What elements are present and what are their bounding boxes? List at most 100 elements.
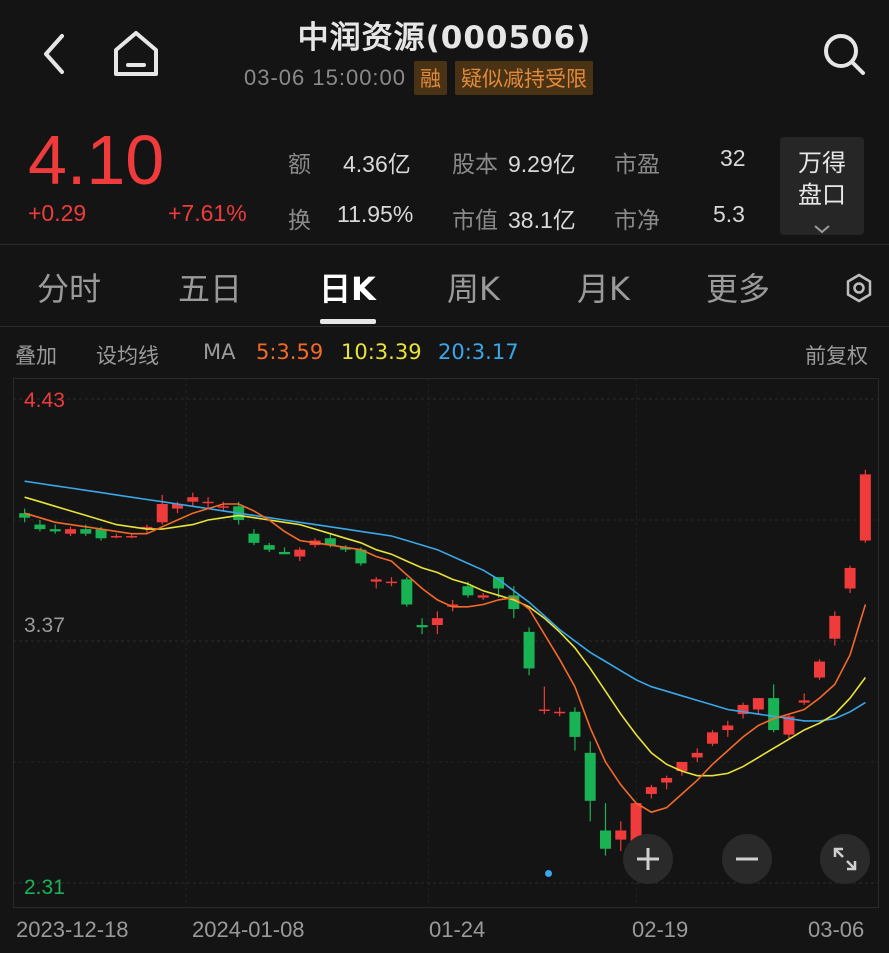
wind-orderbook-button[interactable]: 万得 盘口 <box>780 137 864 235</box>
candle-body <box>217 506 229 508</box>
candle-body <box>722 725 734 731</box>
amount-value: 4.36亿 <box>343 151 411 177</box>
candle-body <box>538 709 550 711</box>
x-axis-label: 01-24 <box>429 917 486 942</box>
mktcap-value: 38.1亿 <box>508 207 576 233</box>
divider <box>0 326 889 327</box>
candle-body <box>645 787 657 794</box>
candle-body <box>798 700 810 703</box>
candle-body <box>156 504 168 523</box>
candle <box>722 720 734 737</box>
candle-body <box>813 661 826 678</box>
x-axis-label: 2023-12-18 <box>16 917 129 942</box>
ma5-line <box>24 503 867 814</box>
adjust-mode-button[interactable]: 前复权 <box>805 340 868 370</box>
candle <box>263 542 275 552</box>
warning-tag[interactable]: 疑似减持受限 <box>455 61 594 95</box>
candle <box>370 577 382 589</box>
ma20-value: 20:3.17 <box>438 340 519 364</box>
candle-body <box>263 545 275 550</box>
candle-body <box>202 501 214 504</box>
candle-body <box>95 529 107 539</box>
candle-body <box>385 581 398 584</box>
last-price: 4.10 <box>28 121 165 199</box>
tab-weekly-k[interactable]: 周K <box>447 264 500 310</box>
candle <box>813 659 826 680</box>
candle <box>294 547 306 562</box>
candle <box>615 821 627 852</box>
candle <box>569 707 581 751</box>
tab-daily-k[interactable]: 日K <box>319 264 376 310</box>
candle <box>706 730 719 747</box>
tab-five-day[interactable]: 五日 <box>178 264 242 310</box>
candle-body <box>829 615 841 639</box>
zoom-in-button[interactable] <box>623 834 673 884</box>
x-axis-label: 2024-01-08 <box>192 917 305 942</box>
candle <box>829 611 841 646</box>
candle-body <box>584 752 596 801</box>
price-change-pct: +7.61% <box>168 200 247 226</box>
candles-group <box>19 469 871 856</box>
tab-monthly-k[interactable]: 月K <box>577 264 630 310</box>
wind-button-line1: 万得 <box>798 149 846 177</box>
candle <box>416 618 428 635</box>
equity-value: 9.29亿 <box>508 151 576 177</box>
candle-body <box>706 732 719 744</box>
margin-tag[interactable]: 融 <box>414 61 448 95</box>
equity-label: 股本 <box>452 152 498 178</box>
candle <box>278 547 291 555</box>
fullscreen-button[interactable] <box>820 834 870 884</box>
candle-body <box>569 711 581 737</box>
set-ma-button[interactable]: 设均线 <box>96 340 159 370</box>
wind-button-line2: 盘口 <box>798 181 846 209</box>
candle-body <box>431 618 443 626</box>
zoom-out-button[interactable] <box>722 834 772 884</box>
candle <box>691 748 703 762</box>
candle <box>217 501 229 511</box>
ma20-line <box>24 480 866 722</box>
subtitle-row: 03-06 15:00:00 融 疑似减持受限 <box>244 60 594 96</box>
candle <box>584 741 596 822</box>
chevron-down-icon <box>814 225 830 234</box>
candle-body <box>278 551 291 555</box>
tab-more[interactable]: 更多 <box>706 264 770 310</box>
search-icon[interactable] <box>820 30 868 78</box>
candle <box>64 526 77 536</box>
ma-lines-group <box>24 480 867 814</box>
x-axis-label: 02-19 <box>632 917 689 942</box>
candle <box>156 494 168 525</box>
chart-settings-icon[interactable] <box>843 272 875 304</box>
candle <box>385 577 398 587</box>
candle-body <box>859 474 871 541</box>
candle-body <box>34 524 46 530</box>
overlay-button[interactable]: 叠加 <box>15 340 57 370</box>
candle-body <box>752 698 764 710</box>
candle-body <box>80 529 92 534</box>
candle-body <box>615 830 627 840</box>
quote-datetime: 03-06 15:00:00 <box>244 65 407 90</box>
candle-body <box>187 497 199 502</box>
candle <box>798 693 810 705</box>
candle-body <box>126 535 138 538</box>
chart-grid <box>13 378 879 908</box>
candlestick-chart[interactable] <box>13 378 879 908</box>
candle <box>645 784 657 799</box>
y-axis-low-label: 2.31 <box>24 876 65 899</box>
candle <box>661 775 673 790</box>
candle <box>248 529 260 546</box>
y-axis-mid-label: 3.37 <box>24 614 65 637</box>
candle-body <box>370 579 382 582</box>
candle-body <box>64 529 77 534</box>
candle <box>523 627 535 676</box>
candle <box>844 565 856 594</box>
pb-value: 5.3 <box>713 201 745 227</box>
ma10-value: 10:3.39 <box>341 340 422 364</box>
candle-body <box>110 535 122 538</box>
tab-intraday[interactable]: 分时 <box>37 264 101 310</box>
ma10-line <box>24 496 867 777</box>
candle <box>859 469 871 543</box>
candle-body <box>416 625 428 628</box>
turnover-label: 换 <box>288 208 311 234</box>
candle-body <box>554 711 566 714</box>
turnover-value: 11.95% <box>337 201 414 227</box>
